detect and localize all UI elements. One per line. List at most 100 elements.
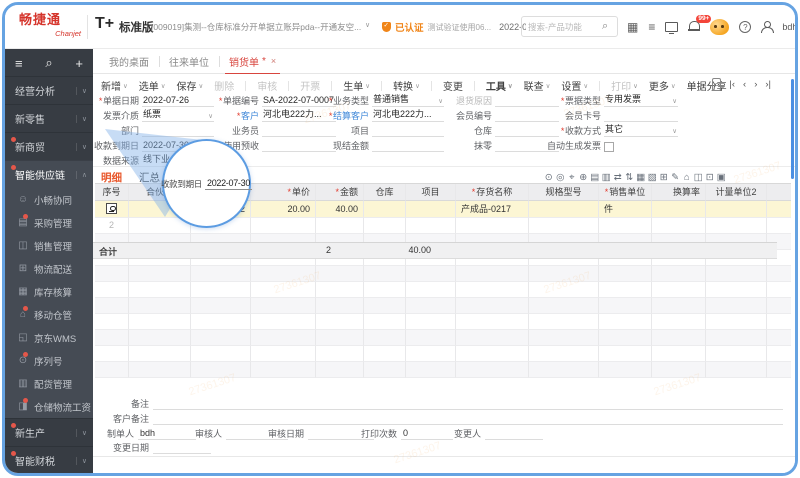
cell-sales-unit[interactable]	[599, 218, 652, 234]
cell-price[interactable]	[251, 362, 316, 378]
cell-conv-rate[interactable]	[652, 362, 706, 378]
cell-conv-rate[interactable]	[652, 314, 706, 330]
cell-project[interactable]	[406, 330, 456, 346]
cell-sales-unit[interactable]	[599, 346, 652, 362]
cell-price[interactable]	[251, 330, 316, 346]
home-icon[interactable]: ⌂	[682, 172, 692, 183]
cell-conv-rate[interactable]	[652, 282, 706, 298]
sidebar-subitem-mobile-warehouse[interactable]: ⌂ 移动仓管	[5, 303, 93, 326]
swap-icon[interactable]: ⇄	[613, 172, 623, 183]
column-header-spec[interactable]: 规格型号	[529, 184, 599, 201]
cell-sales-unit[interactable]	[599, 282, 652, 298]
add-button[interactable]: 新增 ∨	[101, 78, 128, 93]
cell-item-name[interactable]: 产成品-0217	[456, 201, 529, 218]
field-label-settle-customer[interactable]: *结算客户	[297, 109, 369, 122]
cell-sales-unit[interactable]	[599, 266, 652, 282]
column-header-sales-unit[interactable]: *销售单位	[599, 184, 652, 201]
notification-bell-icon[interactable]: 99+	[688, 15, 712, 33]
cell-conv-rate[interactable]	[652, 330, 706, 346]
field-checkbox-auto-invoice[interactable]	[604, 142, 614, 152]
help-icon[interactable]: ?	[739, 21, 752, 33]
todo-list-icon[interactable]: ≡	[648, 21, 655, 33]
cell-item-name[interactable]	[456, 266, 529, 282]
cell-warehouse[interactable]	[364, 266, 406, 282]
sort-icon[interactable]: ⇅	[625, 172, 635, 183]
cell-seq[interactable]	[95, 330, 129, 346]
cell-qty[interactable]	[191, 346, 251, 362]
account-name[interactable]: [009019]集测--仓库标准分开单据立账异pda--开通友空...	[151, 21, 363, 33]
cell-sales-unit[interactable]: 件	[599, 201, 652, 218]
cell-partner[interactable]	[129, 314, 191, 330]
cell-partner[interactable]	[129, 298, 191, 314]
cell-amount[interactable]	[316, 218, 364, 234]
column-set-icon[interactable]: ◫	[694, 172, 704, 183]
settings-button[interactable]: 设置 ∨	[561, 78, 588, 93]
first-record-icon[interactable]: |‹	[729, 79, 735, 90]
cell-amount[interactable]	[316, 314, 364, 330]
cell-qty[interactable]	[191, 362, 251, 378]
cell-project[interactable]	[406, 298, 456, 314]
cell-qty2[interactable]	[767, 218, 791, 234]
cell-seq[interactable]	[95, 266, 129, 282]
active-row-indicator-icon[interactable]	[106, 203, 117, 214]
sidebar-item-new-production[interactable]: 新生产 ∨	[5, 418, 93, 446]
cell-spec[interactable]	[529, 266, 599, 282]
cell-project[interactable]	[406, 346, 456, 362]
cell-unit2[interactable]	[706, 266, 767, 282]
cell-seq[interactable]	[95, 282, 129, 298]
save-button[interactable]: 保存 ∨	[177, 78, 204, 93]
cell-spec[interactable]	[529, 282, 599, 298]
cell-sales-unit[interactable]	[599, 330, 652, 346]
sidebar-subitem-distribution[interactable]: ▥ 配货管理	[5, 372, 93, 395]
column-header-item-name[interactable]: *存货名称	[456, 184, 529, 201]
cell-qty2[interactable]	[767, 314, 791, 330]
cell-unit2[interactable]	[706, 201, 767, 218]
cell-amount[interactable]	[316, 282, 364, 298]
link-query-button[interactable]: 联查 ∨	[524, 78, 551, 93]
cell-unit2[interactable]	[706, 218, 767, 234]
mascot-icon[interactable]	[710, 19, 730, 35]
cell-price[interactable]	[251, 218, 316, 234]
more-button[interactable]: 更多 ∨	[649, 78, 676, 93]
cell-project[interactable]	[406, 282, 456, 298]
cell-seq[interactable]	[95, 298, 129, 314]
apps-grid-icon[interactable]: ▦	[627, 21, 638, 33]
fullscreen-icon[interactable]: ▣	[717, 172, 727, 183]
cell-spec[interactable]	[529, 346, 599, 362]
locate-row-icon[interactable]: ⊙	[544, 172, 554, 183]
last-record-icon[interactable]: ›|	[765, 79, 771, 90]
copy-row-icon[interactable]: ▤	[590, 172, 600, 183]
export-icon[interactable]: ⊞	[659, 172, 669, 183]
cell-price[interactable]	[251, 298, 316, 314]
cell-sales-unit[interactable]	[599, 314, 652, 330]
cell-spec[interactable]	[529, 362, 599, 378]
cell-amount[interactable]	[316, 266, 364, 282]
insert-row-icon[interactable]: ▥	[602, 172, 612, 183]
sidebar-subitem-jd-wms[interactable]: ◱ 京东WMS	[5, 326, 93, 349]
field-value-member-card[interactable]	[604, 111, 678, 122]
field-value-changer[interactable]	[485, 430, 543, 440]
scan-icon[interactable]: ◎	[556, 172, 566, 183]
select-doc-button[interactable]: 选单 ∨	[139, 78, 166, 93]
cell-qty[interactable]	[191, 314, 251, 330]
cell-project[interactable]	[406, 201, 456, 218]
pin-icon[interactable]: ⌖	[567, 172, 577, 183]
cell-qty[interactable]	[191, 298, 251, 314]
cell-seq[interactable]	[95, 346, 129, 362]
sidebar-subitem-purchase[interactable]: ▤ 采购管理	[5, 211, 93, 234]
cell-conv-rate[interactable]	[652, 298, 706, 314]
cell-project[interactable]	[406, 314, 456, 330]
cell-item-name[interactable]	[456, 346, 529, 362]
convert-button[interactable]: 转换 ∨	[393, 78, 420, 93]
cell-partner[interactable]	[129, 362, 191, 378]
cell-partner[interactable]	[129, 346, 191, 362]
cell-item-name[interactable]	[456, 298, 529, 314]
cell-qty[interactable]	[191, 330, 251, 346]
cell-spec[interactable]	[529, 314, 599, 330]
cell-sales-unit[interactable]	[599, 362, 652, 378]
product-search[interactable]: ⌕	[521, 16, 618, 37]
cell-qty2[interactable]	[767, 266, 791, 282]
cell-unit2[interactable]	[706, 346, 767, 362]
cell-qty2[interactable]	[767, 346, 791, 362]
sidebar-subitem-xiaochang-collab[interactable]: ☺ 小畅协同	[5, 188, 93, 211]
